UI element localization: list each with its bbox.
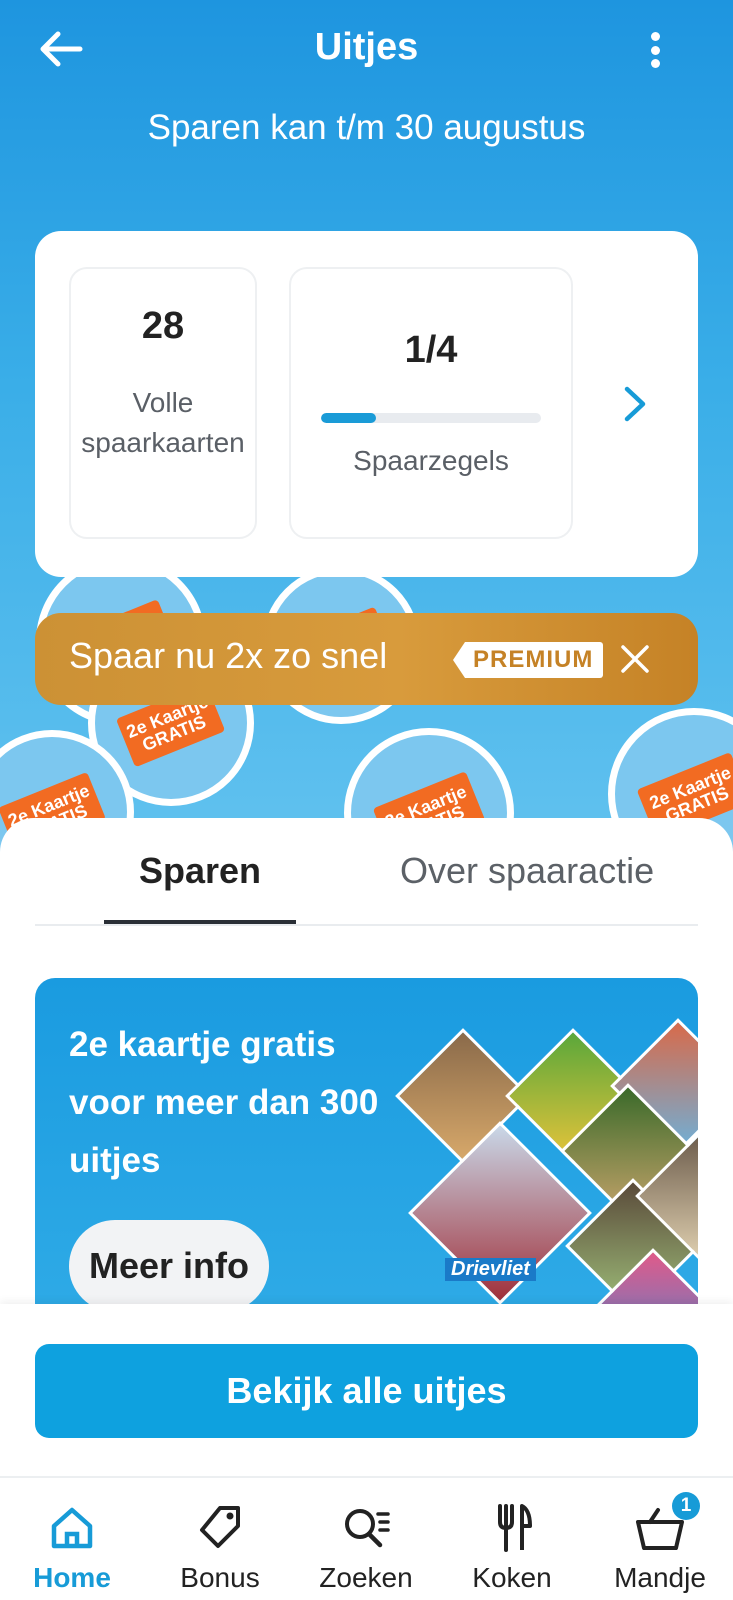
bottom-navigation: Home Bonus Zoeken Koken 1 Mandje <box>0 1476 733 1600</box>
full-cards-count: 28 <box>141 305 185 347</box>
tab-bar: Sparen Over spaaractie <box>35 818 698 926</box>
full-cards-stat: 28 Volle spaarkaarten <box>69 267 257 539</box>
info-card-title: 2e kaartje gratis voor meer dan 300 uitj… <box>69 1025 379 1180</box>
page-title: Uitjes <box>314 26 419 68</box>
drievliet-logo-text: Drievliet <box>445 1258 536 1281</box>
cutlery-icon <box>482 1498 542 1558</box>
stamps-label: Spaarzegels <box>353 445 509 476</box>
nav-label: Zoeken <box>319 1562 413 1593</box>
stamps-progress-bar <box>321 413 541 423</box>
search-list-icon <box>336 1498 396 1558</box>
stamps-progress-fill <box>321 413 376 423</box>
nav-mandje[interactable]: 1 Mandje <box>590 1492 730 1596</box>
nav-label: Home <box>33 1562 111 1593</box>
tab-sparen[interactable]: Sparen <box>139 850 261 892</box>
nav-label: Koken <box>472 1562 552 1593</box>
savings-stats-card[interactable]: 28 Volle spaarkaarten 1/4 Spaarzegels <box>35 231 698 577</box>
close-icon[interactable] <box>613 637 657 681</box>
cart-count-badge: 1 <box>672 1492 700 1520</box>
view-all-outings-button[interactable]: Bekijk alle uitjes <box>35 1344 698 1438</box>
tag-icon <box>190 1498 250 1558</box>
premium-promo-banner[interactable]: Spaar nu 2x zo snel PREMIUM <box>35 613 698 705</box>
home-icon <box>42 1498 102 1558</box>
active-tab-indicator <box>104 920 296 924</box>
chevron-right-icon[interactable] <box>617 381 653 427</box>
cta-area: Bekijk alle uitjes <box>0 1304 733 1476</box>
hero-background: 2e Kaartje GRATIS 2e Kaartje GRATIS 2e K… <box>0 0 733 860</box>
nav-label: Mandje <box>614 1562 706 1593</box>
more-options-icon[interactable] <box>640 28 670 72</box>
promo-info-card: 2e kaartje gratis voor meer dan 300 uitj… <box>35 978 698 1308</box>
stamps-stat: 1/4 Spaarzegels <box>289 267 573 539</box>
stamps-count: 1/4 <box>404 329 458 371</box>
top-app-bar: Uitjes <box>0 0 733 100</box>
attractions-collage-image: Drievliet <box>375 1018 698 1308</box>
nav-home[interactable]: Home <box>2 1492 142 1596</box>
promo-text: Spaar nu 2x zo snel <box>69 635 388 676</box>
nav-zoeken[interactable]: Zoeken <box>296 1492 436 1596</box>
nav-koken[interactable]: Koken <box>442 1492 582 1596</box>
meer-info-button[interactable]: Meer info <box>69 1220 270 1308</box>
premium-badge: PREMIUM <box>453 642 604 678</box>
nav-label: Bonus <box>180 1562 260 1593</box>
full-cards-label: Volle spaarkaarten <box>81 387 245 458</box>
tab-over-spaaractie[interactable]: Over spaaractie <box>400 850 654 892</box>
savings-period-text: Sparen kan t/m 30 augustus <box>147 108 586 147</box>
nav-bonus[interactable]: Bonus <box>150 1492 290 1596</box>
